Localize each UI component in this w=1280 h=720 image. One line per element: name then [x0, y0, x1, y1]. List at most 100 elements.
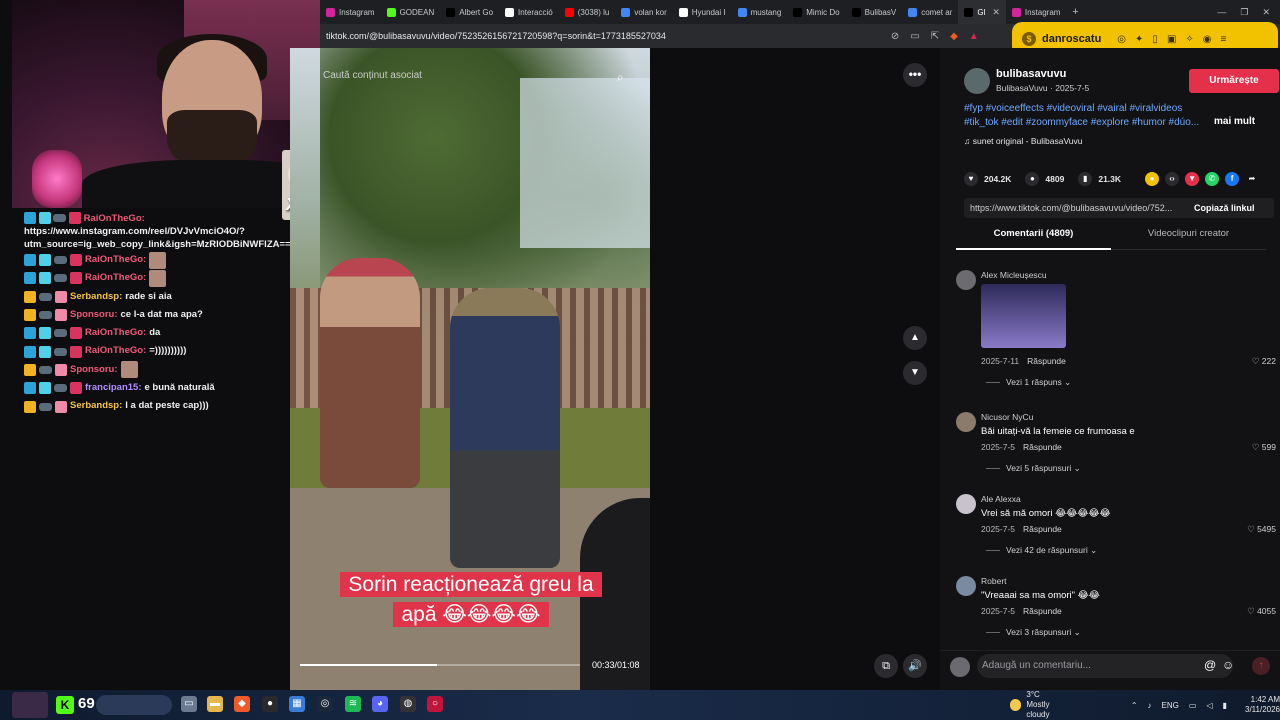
copy-link-button[interactable]: Copiază linkul — [1194, 203, 1255, 213]
cast-icon[interactable]: ▭ — [910, 31, 919, 42]
browser-tab[interactable]: volan kor — [615, 0, 672, 24]
related-content-label[interactable]: Caută conținut asociat — [323, 70, 422, 81]
chat-username[interactable]: RaiOnTheGo: — [85, 251, 146, 269]
browser-tab[interactable]: Instagram — [320, 0, 381, 24]
chat-username[interactable]: francipan15: — [85, 379, 142, 397]
previous-video-button[interactable]: ▲ — [903, 326, 927, 350]
sidebar-icon[interactable]: ▯ — [1152, 34, 1158, 45]
comment-input[interactable]: Adaugă un comentariu... — [977, 654, 1233, 678]
hashtags[interactable]: #fyp #voiceeffects #videoviral #vairal #… — [964, 102, 1204, 130]
url-text[interactable]: tiktok.com/@bulibasavuvu/video/752352615… — [326, 31, 666, 41]
weather-widget[interactable]: 3°C Mostly cloudy — [1010, 690, 1061, 720]
puzzle-icon[interactable]: ✦ — [1135, 34, 1143, 45]
author-name[interactable]: bulibasavuvu — [996, 68, 1066, 80]
comment-avatar[interactable] — [956, 494, 976, 514]
comment-author[interactable]: Ale Alexxa — [981, 494, 1021, 504]
chat-username[interactable]: RaiOnTheGo: — [85, 324, 146, 342]
no-camera-icon[interactable]: ⊘ — [891, 31, 899, 42]
view-replies-button[interactable]: Vezi 5 răspunsuri ⌄ — [986, 463, 1081, 474]
send-comment-button[interactable]: ↑ — [1252, 657, 1270, 675]
whatsapp-icon[interactable]: ✆ — [1205, 172, 1220, 186]
comment-icon[interactable]: ● — [1025, 172, 1040, 186]
comment-author[interactable]: Alex Micleușescu — [981, 270, 1047, 280]
volume-icon[interactable]: 🔊 — [903, 654, 927, 678]
battery-icon[interactable]: ▮ — [1223, 701, 1227, 710]
obs-icon[interactable]: ● — [262, 696, 278, 712]
next-video-button[interactable]: ▼ — [903, 361, 927, 385]
volume-tray-icon[interactable]: ◁ — [1206, 701, 1212, 710]
video-progress-bar[interactable] — [300, 664, 580, 666]
spotify-icon[interactable]: ≋ — [345, 696, 361, 712]
browser-tab[interactable]: Mimic Do — [787, 0, 845, 24]
task-view-icon[interactable]: ▭ — [181, 696, 197, 712]
brave-icon[interactable]: ◆ — [234, 696, 250, 712]
chat-text[interactable]: https://www.instagram.com/reel/DVJvVmciO… — [24, 225, 320, 251]
browser-tab[interactable]: Albert Go — [440, 0, 499, 24]
rewards-icon[interactable]: ▲ — [969, 31, 979, 42]
chat-username[interactable]: RaiOnTheGo: — [85, 269, 146, 287]
bookmark-icon[interactable]: ▮ — [1078, 172, 1093, 186]
close-tab-icon[interactable]: ✕ — [992, 7, 1000, 18]
comment-likes[interactable]: ♡ 4055 — [1247, 606, 1276, 617]
follow-button[interactable]: Urmărește — [1189, 69, 1279, 93]
maximize-icon[interactable]: ❐ — [1240, 7, 1248, 18]
chat-username[interactable]: RaiOnTheGo: — [85, 342, 146, 360]
browser-tab[interactable]: Instagram — [1006, 0, 1067, 24]
store-icon[interactable]: ▦ — [289, 696, 305, 712]
more-link[interactable]: mai mult — [1214, 116, 1255, 127]
new-tab-button[interactable]: + — [1066, 6, 1084, 18]
comment-gif[interactable] — [981, 284, 1066, 348]
view-replies-button[interactable]: Vezi 1 răspuns ⌄ — [986, 377, 1071, 388]
reply-button[interactable]: Răspunde — [1027, 356, 1066, 366]
discord-icon[interactable]: ◕ — [372, 696, 388, 712]
network-icon[interactable]: ▭ — [1189, 701, 1197, 710]
embed-icon[interactable]: ‹› — [1165, 172, 1180, 186]
app-icon[interactable]: ◍ — [400, 696, 416, 712]
chat-username[interactable]: Sponsoru: — [70, 361, 118, 379]
facebook-icon[interactable]: f — [1225, 172, 1240, 186]
coin-share-icon[interactable]: ● — [1145, 172, 1160, 186]
sound-label[interactable]: ♫ sunet original - BulibasaVuvu — [964, 136, 1083, 146]
mention-icon[interactable]: @ — [1204, 658, 1216, 672]
file-explorer-icon[interactable]: ▬ — [207, 696, 223, 712]
browser-tab[interactable]: BulibasV — [846, 0, 903, 24]
share-icon[interactable]: ⇱ — [931, 31, 939, 42]
browser-tab[interactable]: comet ar — [902, 0, 958, 24]
minimize-icon[interactable]: — — [1217, 7, 1226, 18]
comment-author[interactable]: Nicusor NyCu — [981, 412, 1033, 422]
brave-shield-icon[interactable]: ◆ — [950, 31, 958, 42]
comment-likes[interactable]: ♡ 222 — [1252, 356, 1276, 367]
share-arrow-icon[interactable]: ➦ — [1245, 172, 1259, 186]
browser-tab[interactable]: Interacció — [499, 0, 559, 24]
clock[interactable]: 1:42 AM 3/11/2026 — [1245, 695, 1280, 715]
comment-avatar[interactable] — [956, 576, 976, 596]
reply-button[interactable]: Răspunde — [1023, 442, 1062, 452]
comment-likes[interactable]: ♡ 5495 — [1247, 524, 1276, 535]
leo-icon[interactable]: ✧ — [1185, 34, 1193, 45]
comment-likes[interactable]: ♡ 599 — [1252, 442, 1276, 453]
view-replies-button[interactable]: Vezi 3 răspunsuri ⌄ — [986, 627, 1081, 638]
browser-tab[interactable]: (3038) lu — [559, 0, 616, 24]
browser-tab[interactable]: GODEAN — [381, 0, 441, 24]
reply-button[interactable]: Răspunde — [1023, 524, 1062, 534]
extension-icon[interactable]: ◎ — [1117, 34, 1126, 45]
chat-username[interactable]: RaiOnTheGo: — [84, 213, 145, 224]
browser-tab[interactable]: Hyundai I — [673, 0, 732, 24]
vpn-icon[interactable]: ◉ — [1203, 34, 1212, 45]
chevron-up-icon[interactable]: ⌃ — [1131, 701, 1138, 710]
search-icon[interactable]: ⌕ — [617, 70, 624, 85]
chat-username[interactable]: Serbandsp: — [70, 397, 122, 415]
send-icon[interactable]: ▼ — [1185, 172, 1200, 186]
menu-icon[interactable]: ≡ — [1221, 34, 1227, 45]
link-url[interactable]: https://www.tiktok.com/@bulibasavuvu/vid… — [970, 203, 1188, 213]
steam-icon[interactable]: ◎ — [317, 696, 333, 712]
pip-icon[interactable]: ⧉ — [874, 654, 898, 678]
reply-button[interactable]: Răspunde — [1023, 606, 1062, 616]
comment-author[interactable]: Robert — [981, 576, 1007, 586]
close-window-icon[interactable]: ✕ — [1262, 7, 1270, 18]
mic-icon[interactable]: ♪ — [1148, 701, 1152, 710]
opera-icon[interactable]: ○ — [427, 696, 443, 712]
browser-tab[interactable]: mustang — [732, 0, 788, 24]
tab-comments[interactable]: Comentarii (4809) — [956, 228, 1111, 250]
language-indicator[interactable]: ENG — [1162, 701, 1179, 710]
